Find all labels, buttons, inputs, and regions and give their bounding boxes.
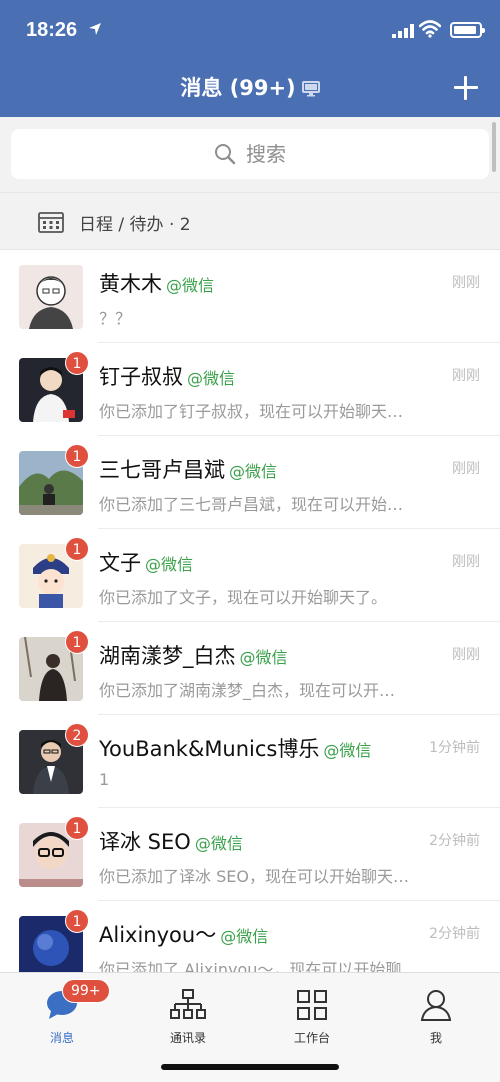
wechat-tag: @微信 [166,276,215,295]
conversation-time: 1分钟前 [429,740,480,756]
wechat-tag: @微信 [229,462,278,481]
conversation-name: 文子 @微信 [99,551,194,575]
conversation-row[interactable]: 1 文子 @微信 刚刚 你已添加了文子，现在可以开始聊天了。 [0,529,500,622]
wechat-tag: @微信 [239,648,288,667]
tab-contacts[interactable]: 通讯录 [138,983,238,1045]
search-icon [215,143,236,164]
wechat-tag: @微信 [323,741,372,760]
search-area: 搜索 [0,117,500,192]
status-time: 18:26 [26,19,78,41]
wechat-tag: @微信 [145,555,194,574]
schedule-label: 日程 / 待办 · 2 [79,215,191,235]
tab-unread-badge: 99+ [62,979,110,1003]
conversation-preview: 你已添加了 Alixinyou～，现在可以开始聊 [99,960,402,972]
conversation-preview: 你已添加了钉子叔叔，现在可以开始聊天… [99,402,404,421]
conversation-name: 钉子叔叔 @微信 [99,365,236,389]
conversation-preview: 你已添加了译冰 SEO，现在可以开始聊天… [99,867,409,886]
tab-label: 我 [429,1031,442,1045]
scrollbar[interactable] [492,122,496,172]
header-bar: 18:26 消息 (99+) [0,0,500,117]
conversation-preview: 1 [99,770,110,789]
conversation-time: 刚刚 [452,275,480,291]
grid-icon [297,990,327,1020]
conversation-row[interactable]: 1 湖南漾梦_白杰 @微信 刚刚 你已添加了湖南漾梦_白杰，现在可以开… [0,622,500,715]
tab-workbench[interactable]: 工作台 [262,983,362,1045]
conversation-name: 黄木木 @微信 [99,272,215,296]
conversation-time: 2分钟前 [429,833,480,849]
conversation-name: 译冰 SEO @微信 [99,830,243,854]
unread-badge: 1 [65,909,89,933]
conversation-time: 刚刚 [452,461,480,477]
org-chart-icon [170,989,206,1019]
conversation-name: YouBank&Munics博乐 @微信 [99,737,372,761]
person-icon [420,990,452,1021]
cellular-signal-icon [392,24,414,38]
calendar-icon [38,212,64,233]
unread-badge: 1 [65,444,89,468]
tab-messages[interactable]: 99+ 消息 [12,979,112,1045]
conversation-row[interactable]: 1 钉子叔叔 @微信 刚刚 你已添加了钉子叔叔，现在可以开始聊天… [0,343,500,436]
search-placeholder: 搜索 [246,142,286,166]
location-arrow-icon [89,23,101,35]
conversation-preview: ？？ [99,309,132,328]
conversation-time: 刚刚 [452,647,480,663]
unread-badge: 1 [65,630,89,654]
unread-badge: 1 [65,537,89,561]
wechat-tag: @微信 [194,834,243,853]
page-title: 消息 (99+) [0,72,500,102]
status-bar: 18:26 [0,0,500,56]
conversation-time: 刚刚 [452,368,480,384]
add-plus-icon[interactable] [452,74,480,102]
conversation-row[interactable]: 2 YouBank&Munics博乐 @微信 1分钟前 1 [0,715,500,808]
wechat-tag: @微信 [220,927,269,946]
desktop-monitor-icon [301,81,320,97]
conversation-preview: 你已添加了三七哥卢昌斌，现在可以开始… [99,495,404,514]
conversation-name: 三七哥卢昌斌 @微信 [99,458,278,482]
tab-me[interactable]: 我 [386,983,486,1045]
conversation-row[interactable]: 1 Alixinyou～ @微信 2分钟前 你已添加了 Alixinyou～，现在… [0,901,500,972]
tab-label: 消息 [49,1031,74,1045]
unread-badge: 1 [65,816,89,840]
conversation-preview: 你已添加了文子，现在可以开始聊天了。 [99,588,388,607]
avatar [19,265,83,329]
home-indicator[interactable] [161,1064,339,1070]
conversation-preview: 你已添加了湖南漾梦_白杰，现在可以开… [99,681,396,700]
tab-label: 通讯录 [169,1031,206,1045]
search-input[interactable]: 搜索 [11,129,489,179]
conversation-name: 湖南漾梦_白杰 @微信 [99,644,288,668]
conversation-row[interactable]: 1 译冰 SEO @微信 2分钟前 你已添加了译冰 SEO，现在可以开始聊天… [0,808,500,901]
unread-badge: 1 [65,351,89,375]
tab-label: 工作台 [293,1031,330,1045]
conversation-time: 刚刚 [452,554,480,570]
wechat-tag: @微信 [187,369,236,388]
page-title-text: 消息 (99+) [180,76,296,100]
conversation-row[interactable]: 黄木木 @微信 刚刚 ？？ [0,250,500,343]
conversation-name: Alixinyou～ @微信 [99,923,269,947]
wifi-icon [419,20,441,38]
conversation-row[interactable]: 1 三七哥卢昌斌 @微信 刚刚 你已添加了三七哥卢昌斌，现在可以开始… [0,436,500,529]
battery-icon [450,22,485,38]
schedule-todo-entry[interactable]: 日程 / 待办 · 2 [0,192,500,250]
conversation-time: 2分钟前 [429,926,480,942]
unread-badge: 2 [65,723,89,747]
